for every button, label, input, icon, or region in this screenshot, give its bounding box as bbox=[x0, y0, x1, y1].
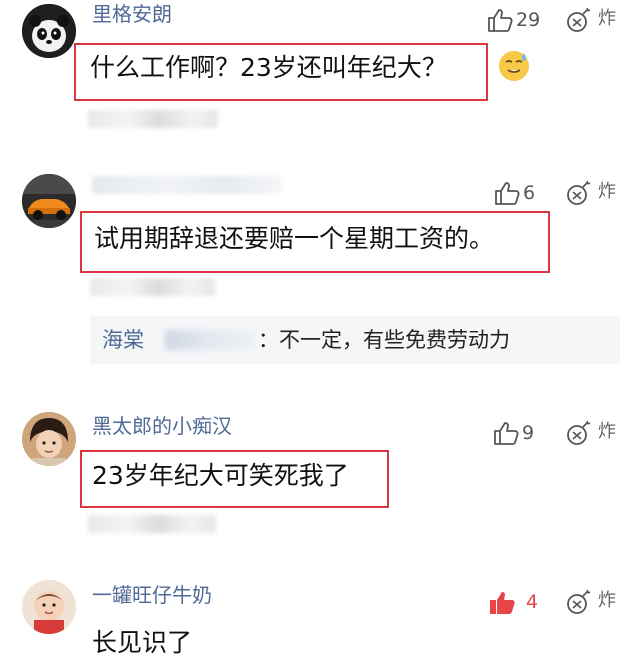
bomb-button[interactable]: 炸 bbox=[565, 588, 635, 618]
username[interactable]: 一罐旺仔牛奶 bbox=[92, 583, 212, 607]
bomb-label: 炸 bbox=[598, 590, 616, 611]
avatar[interactable] bbox=[22, 580, 76, 634]
comment-4: 一罐旺仔牛奶 4 炸 长见识了 bbox=[0, 0, 640, 669]
comment-text: 长见识了 bbox=[92, 628, 193, 657]
like-count: 4 bbox=[526, 591, 539, 613]
thumbs-up-filled-icon bbox=[490, 592, 515, 614]
bomb-icon bbox=[567, 589, 591, 614]
baby-avatar-icon bbox=[22, 580, 76, 634]
like-button-active[interactable]: 4 bbox=[488, 588, 548, 618]
